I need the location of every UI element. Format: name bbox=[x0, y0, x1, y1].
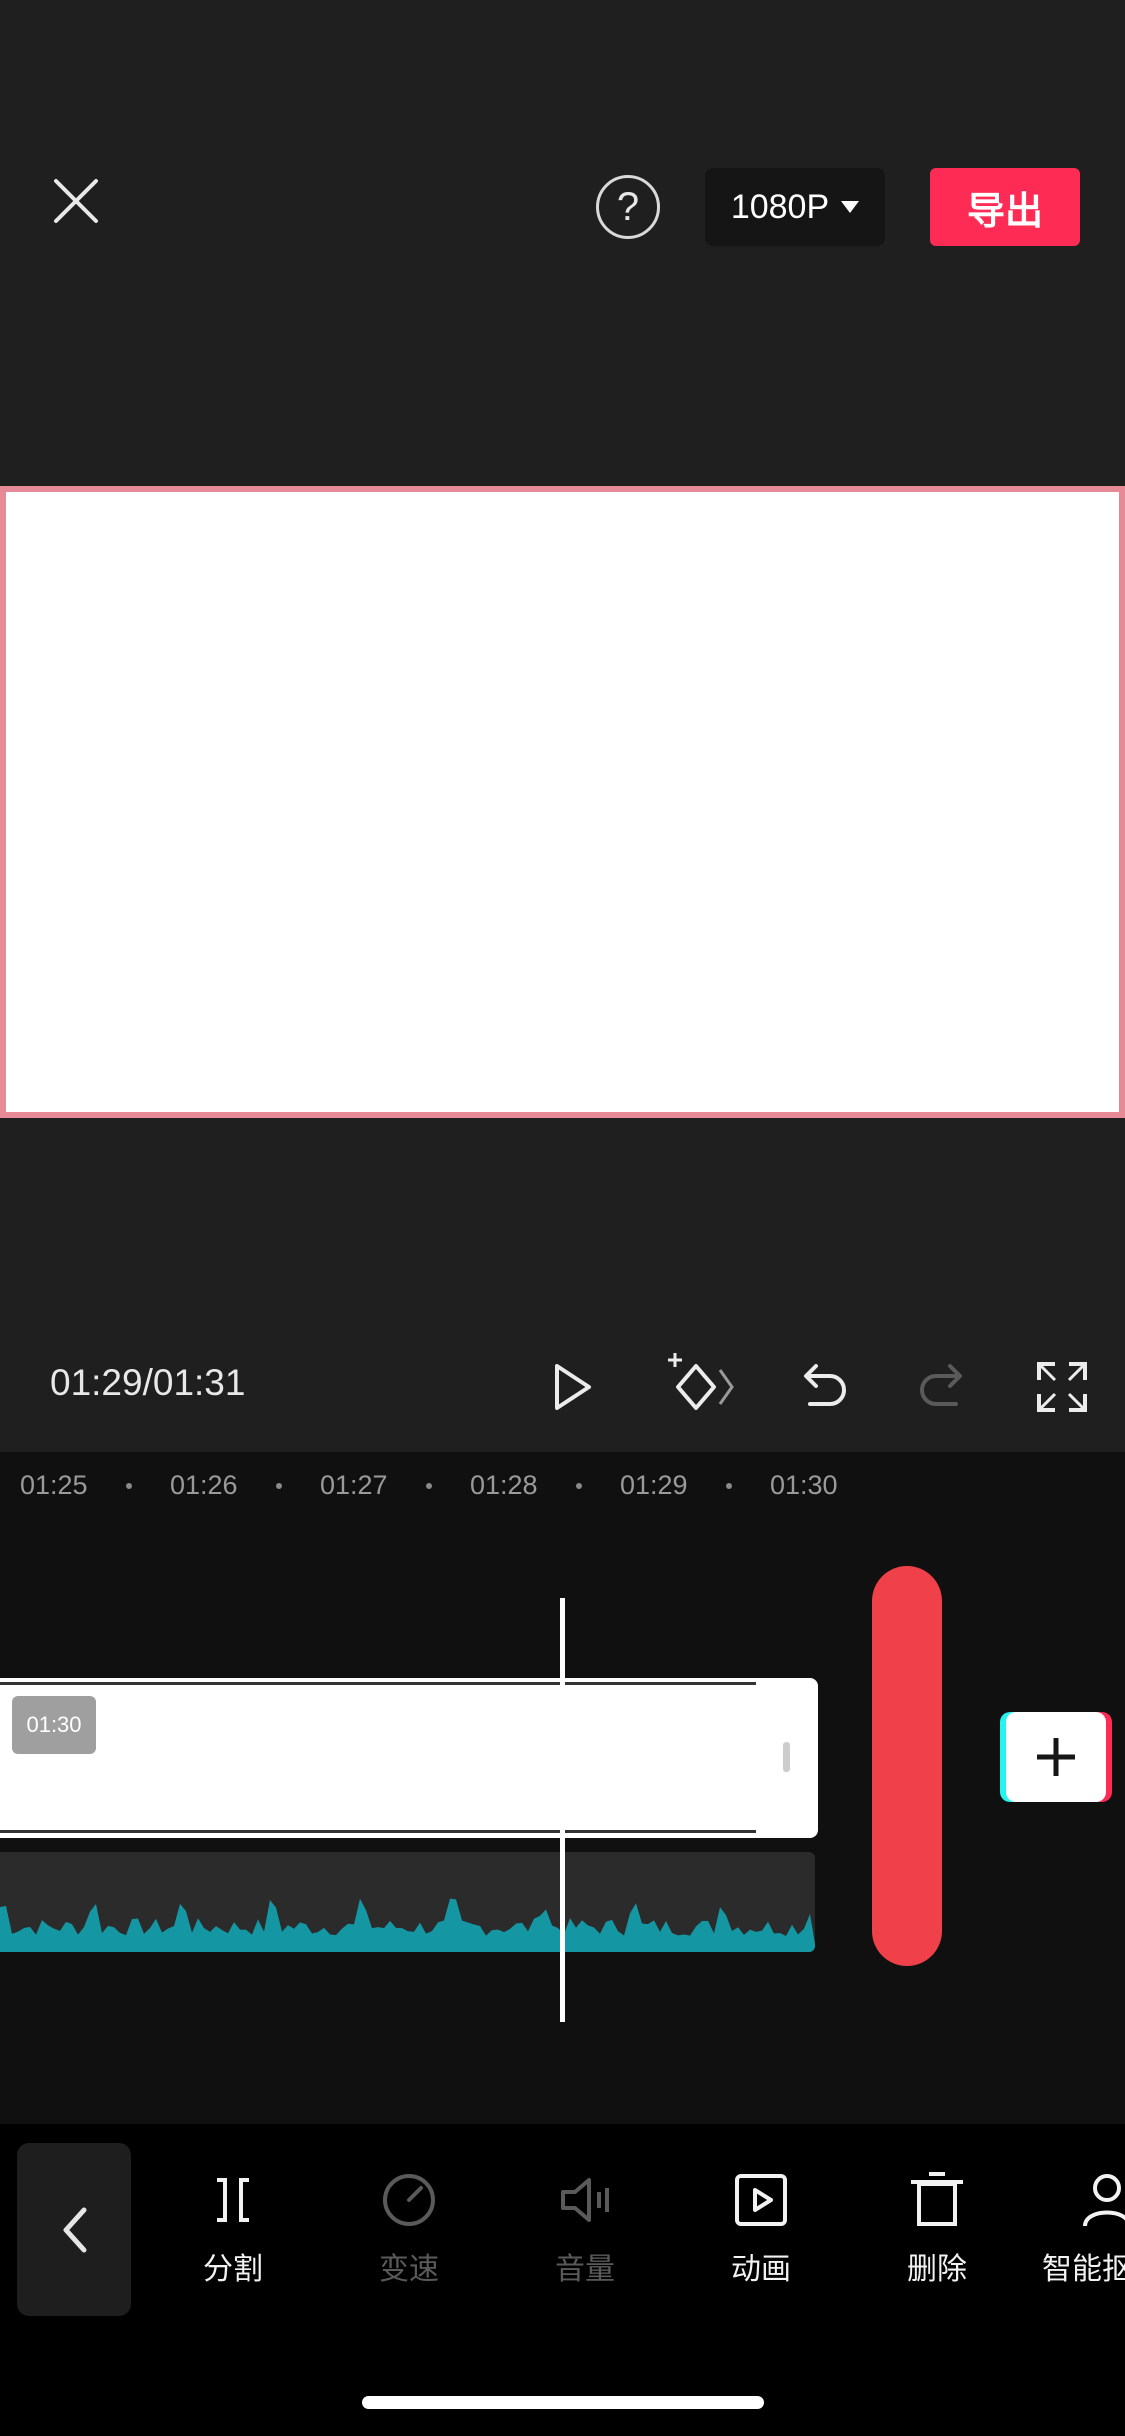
waveform-graphic bbox=[0, 1898, 815, 1952]
video-preview[interactable] bbox=[0, 486, 1125, 1118]
tool-label: 动画 bbox=[731, 2253, 791, 2286]
keyframe-icon bbox=[668, 1353, 734, 1410]
tool-smart-cutout[interactable]: 智能抠 bbox=[1042, 2170, 1125, 2288]
clip-border-bottom bbox=[0, 1830, 756, 1833]
export-button[interactable]: 导出 bbox=[930, 168, 1080, 246]
tool-label: 分割 bbox=[203, 2253, 263, 2286]
home-indicator bbox=[362, 2396, 764, 2409]
delete-icon bbox=[911, 2172, 963, 2226]
speed-icon bbox=[383, 2174, 435, 2226]
play-button[interactable] bbox=[535, 1352, 605, 1422]
ruler-dot bbox=[276, 1483, 282, 1489]
help-button[interactable]: ? bbox=[596, 175, 660, 239]
tool-volume[interactable]: 音量 bbox=[520, 2170, 650, 2288]
tool-label: 音量 bbox=[555, 2253, 615, 2286]
plus-icon bbox=[1037, 1738, 1075, 1776]
close-icon bbox=[54, 179, 98, 223]
resolution-label: 1080P bbox=[730, 187, 830, 226]
close-button[interactable] bbox=[40, 165, 112, 237]
ruler-label: 01:30 bbox=[770, 1470, 838, 1500]
undo-button[interactable] bbox=[788, 1352, 858, 1422]
volume-icon bbox=[561, 2178, 609, 2222]
smart-cutout-icon bbox=[1083, 2174, 1125, 2227]
annotation-marker bbox=[872, 1566, 942, 1966]
tool-label: 智能抠 bbox=[1042, 2253, 1125, 2286]
tool-animation[interactable]: 动画 bbox=[696, 2170, 826, 2288]
tool-speed[interactable]: 变速 bbox=[344, 2170, 474, 2288]
ruler-dot bbox=[426, 1483, 432, 1489]
toolbar-back-button[interactable] bbox=[17, 2143, 131, 2316]
ruler-label: 01:29 bbox=[620, 1470, 688, 1500]
tool-split[interactable]: 分割 bbox=[168, 2170, 298, 2288]
tool-delete[interactable]: 删除 bbox=[872, 2170, 1002, 2288]
undo-icon bbox=[804, 1364, 846, 1406]
split-icon bbox=[217, 2178, 249, 2222]
audio-waveform[interactable] bbox=[0, 1852, 815, 1952]
chevron-left-icon bbox=[63, 2207, 87, 2252]
resolution-dropdown[interactable]: 1080P bbox=[705, 168, 885, 246]
tool-label: 删除 bbox=[907, 2253, 967, 2286]
clip-border-top bbox=[0, 1682, 756, 1685]
ruler-label: 01:28 bbox=[470, 1470, 538, 1500]
clip-trim-handle[interactable] bbox=[783, 1742, 790, 1772]
tool-label: 变速 bbox=[379, 2253, 439, 2286]
ruler-label: 01:27 bbox=[320, 1470, 388, 1500]
timecode: 01:29/01:31 bbox=[50, 1362, 246, 1403]
fullscreen-icon bbox=[1037, 1362, 1087, 1412]
ruler-dot bbox=[576, 1483, 582, 1489]
fullscreen-button[interactable] bbox=[1027, 1352, 1097, 1422]
ruler-dot bbox=[126, 1483, 132, 1489]
keyframe-button[interactable] bbox=[660, 1352, 740, 1422]
caret-down-icon bbox=[841, 201, 860, 213]
redo-button[interactable] bbox=[908, 1352, 978, 1422]
clip-duration-badge: 01:30 bbox=[12, 1696, 96, 1754]
play-icon bbox=[555, 1364, 591, 1410]
add-clip-button[interactable] bbox=[1006, 1712, 1106, 1802]
playhead[interactable] bbox=[560, 1598, 565, 2022]
ruler-label: 01:26 bbox=[170, 1470, 238, 1500]
video-clip[interactable] bbox=[0, 1678, 818, 1838]
redo-icon bbox=[920, 1364, 962, 1406]
ruler-label: 01:25 bbox=[20, 1470, 88, 1500]
help-icon: ? bbox=[616, 184, 640, 229]
ruler-dot bbox=[726, 1483, 732, 1489]
animation-icon bbox=[735, 2174, 787, 2226]
